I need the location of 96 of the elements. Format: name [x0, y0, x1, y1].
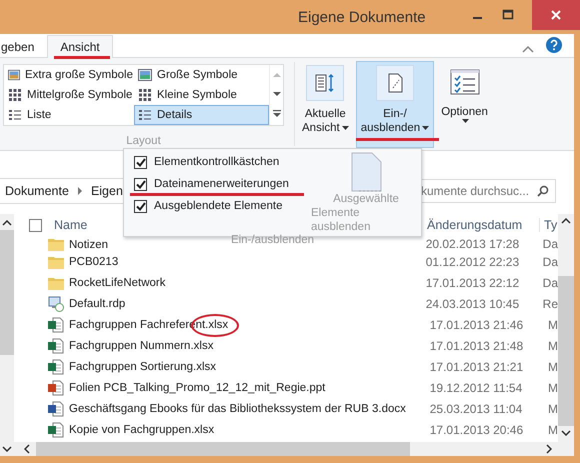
ribbon-tab[interactable]: Ansicht [47, 35, 113, 58]
caret-icon [342, 126, 349, 130]
scroll-down-icon[interactable] [561, 430, 571, 436]
layout-option[interactable]: Liste [4, 105, 134, 125]
breadcrumb[interactable]: Dokumente [5, 184, 69, 198]
close-icon [550, 9, 562, 21]
scrollbar-thumb[interactable] [558, 276, 574, 426]
annotation-underline [54, 56, 110, 59]
search-icon [537, 185, 549, 197]
scroll-right-icon[interactable] [546, 444, 552, 454]
checkbox[interactable] [134, 200, 147, 213]
chevron-icon [76, 187, 83, 195]
page-icon [349, 152, 383, 192]
checklist-icon [450, 69, 480, 95]
checkbox[interactable] [134, 178, 147, 191]
list-icon [8, 108, 22, 122]
date-cell-text: 01.12.2012 22:23 [426, 254, 520, 268]
menu-option[interactable]: Ausgeblendete Elemente [154, 200, 283, 212]
file-name: Default.rdp [69, 298, 126, 310]
document-icon [48, 422, 64, 438]
type-cell: M [548, 318, 558, 332]
file-name: Fachgruppen Nummern.xlsx [69, 340, 214, 352]
grid-icon [8, 88, 22, 102]
expand-gallery-icon[interactable] [272, 110, 280, 118]
date-cell-text: 20.02.2013 17:28 [426, 237, 520, 251]
scrollbar-thumb[interactable] [36, 442, 410, 456]
ribbon-tab[interactable]: geben [0, 35, 48, 58]
type-cell: M [548, 402, 558, 416]
layout-option[interactable]: Mittelgroße Symbole [4, 85, 134, 105]
breadcrumb[interactable]: Eigen [90, 184, 123, 198]
picture-icon [8, 69, 20, 81]
caret-icon [462, 119, 470, 123]
layout-option[interactable]: Extra große Symbole [4, 65, 134, 85]
ribbon-button[interactable]: Optionen [436, 61, 493, 148]
type-cell: M [548, 422, 558, 436]
remote-desktop-icon [48, 296, 64, 312]
file-name: Folien PCB_Talking_Promo_12_12_mit_Regie.ppt [69, 382, 326, 394]
date-cell-text: 17.01.2013 21:21 [430, 360, 524, 374]
document-icon [48, 358, 64, 374]
help-icon[interactable] [546, 37, 562, 53]
type-cell: M [548, 360, 558, 374]
date-cell-text: 17.01.2013 22:12 [426, 276, 520, 290]
group-label: Ein-/ausblenden [230, 234, 316, 246]
window-title: Eigene Dokumente [298, 9, 426, 26]
file-name: Kopie von Fachgruppen.xlsx [69, 424, 214, 436]
scroll-up-icon[interactable] [2, 220, 12, 226]
checkmark-icon [136, 180, 146, 189]
date-cell-text: 25.03.2013 11:04 [430, 402, 524, 416]
file-name: Geschäftsgang Ebooks für das Bibliothekssystem der RUB 3.docx [69, 402, 406, 414]
grid-icon [138, 88, 152, 102]
close-button[interactable] [532, 0, 580, 30]
checkbox[interactable] [134, 156, 147, 169]
document-icon [48, 380, 64, 396]
type-cell: M [548, 338, 558, 352]
type-cell: M [548, 380, 558, 394]
document-icon [48, 400, 64, 416]
document-icon [48, 338, 64, 354]
scrollbar-thumb[interactable] [0, 230, 14, 355]
date-cell-text: 19.12.2012 11:54 [430, 380, 524, 394]
layout-option[interactable]: Details [134, 105, 269, 125]
file-name: PCB0213 [69, 256, 118, 268]
date-cell-text: 24.03.2013 10:45 [426, 296, 520, 310]
file-name: Notizen [69, 239, 108, 251]
column-size-icon [314, 72, 336, 94]
scroll-down-icon[interactable] [272, 90, 280, 97]
group-label: Layout [126, 135, 161, 147]
date-cell-text: 17.01.2013 21:48 [430, 338, 524, 352]
layout-option[interactable]: Große Symbole [134, 65, 269, 85]
select-all-checkbox[interactable] [29, 218, 42, 232]
menu-option[interactable]: Dateinamenerweiterungen [154, 178, 289, 190]
scroll-down-icon[interactable] [2, 446, 12, 452]
collapse-ribbon-icon[interactable] [522, 45, 534, 53]
layout-option[interactable]: Kleine Symbole [134, 85, 269, 105]
type-cell: Da [542, 237, 558, 251]
vertical-scrollbar[interactable] [558, 214, 574, 456]
checkmark-icon [136, 158, 146, 167]
type-cell: Da [542, 254, 558, 268]
checkmark-icon [136, 202, 146, 211]
document-icon [48, 316, 64, 332]
type-cell: Da [542, 276, 558, 290]
scroll-up-icon[interactable] [561, 218, 571, 224]
list-icon [138, 108, 152, 122]
maximize-icon[interactable] [502, 9, 514, 21]
type-cell: Re [542, 296, 558, 310]
folder-icon [48, 254, 64, 268]
date-cell-text: 17.01.2013 21:46 [430, 318, 524, 332]
file-name: RocketLifeNetwork [69, 276, 166, 288]
folder-icon [48, 237, 64, 251]
file-name: Fachgruppen Sortierung.xlsx [69, 360, 216, 372]
menu-option[interactable]: Elementkontrollkästchen [154, 156, 280, 168]
date-cell-text: 17.01.2013 20:46 [430, 422, 524, 436]
caret-icon [422, 126, 430, 130]
picture-icon [138, 69, 152, 81]
folder-icon [48, 276, 64, 290]
ribbon-button[interactable]: Aktuelle Ansicht [297, 61, 354, 148]
scroll-left-icon[interactable] [24, 444, 30, 454]
